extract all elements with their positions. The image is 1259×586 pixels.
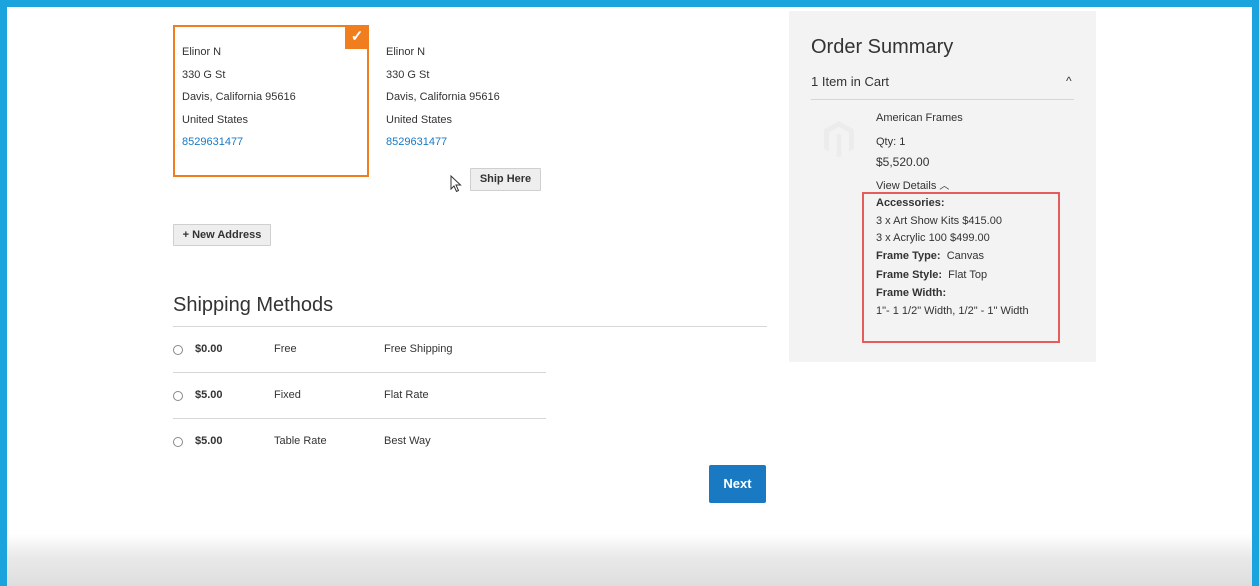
carrier-title: Best Way [384,435,431,447]
option-value: 3 x Acrylic 100 $499.00 [876,232,990,244]
option-frame-type: Frame Type: Canvas [876,250,985,262]
address-city: Davis, California 95616 [182,91,296,103]
address-country: United States [182,113,249,126]
view-details-label: View Details [876,180,937,192]
method-title: Fixed [274,389,301,401]
order-summary: Order Summary 1 Item in Cart ^ American … [789,11,1096,362]
method-title: Table Rate [274,435,327,447]
magento-logo-icon [824,121,854,158]
chevron-up-icon: ︿ [939,181,950,192]
next-button[interactable]: Next [709,465,766,503]
item-name: American Frames [876,112,963,124]
shipping-methods-title: Shipping Methods [173,294,334,316]
method-price: $5.00 [195,389,223,401]
option-value: 3 x Art Show Kits $415.00 [876,215,1002,227]
divider [173,418,546,419]
carrier-title: Flat Rate [384,389,429,401]
option-value: 1"- 1 1/2" Width, 1/2" - 1" Width [876,305,1029,317]
address-country: United States [386,113,453,126]
divider [173,326,767,327]
method-price: $0.00 [195,343,223,355]
new-address-button[interactable]: + New Address [173,224,271,246]
method-price: $5.00 [195,435,223,447]
page-frame: ✓ Elinor N 330 G St Davis, California 95… [7,7,1252,586]
ship-here-button[interactable]: Ship Here [470,168,541,191]
divider [811,99,1074,100]
order-summary-title: Order Summary [811,36,954,58]
chevron-up-icon[interactable]: ^ [1066,74,1072,88]
method-title: Free [274,343,297,355]
address-phone[interactable]: 8529631477 [386,131,500,154]
option-frame-style: Frame Style: Flat Top [876,269,988,281]
divider [173,372,546,373]
check-icon: ✓ [345,25,369,49]
radio-icon[interactable] [173,391,183,401]
carrier-title: Free Shipping [384,343,453,355]
option-label: Accessories: [876,197,945,209]
address-name: Elinor N [182,46,222,58]
address-2: Elinor N 330 G St Davis, California 9561… [386,41,500,154]
address-street: 330 G St [182,68,226,81]
view-details-toggle[interactable]: View Details ︿ [876,177,949,192]
item-price: $5,520.00 [876,155,930,169]
address-name: Elinor N [386,46,426,58]
radio-icon[interactable] [173,437,183,447]
address-city: Davis, California 95616 [386,91,500,103]
address-1: Elinor N 330 G St Davis, California 9561… [182,41,296,154]
address-phone[interactable]: 8529631477 [182,131,296,154]
address-street: 330 G St [386,68,430,81]
option-label: Frame Width: [876,287,947,299]
items-in-cart-toggle[interactable]: 1 Item in Cart [811,74,889,89]
item-qty: Qty: 1 [876,136,906,148]
radio-icon[interactable] [173,345,183,355]
cursor-icon [450,175,462,193]
bottom-shade [7,534,1252,586]
